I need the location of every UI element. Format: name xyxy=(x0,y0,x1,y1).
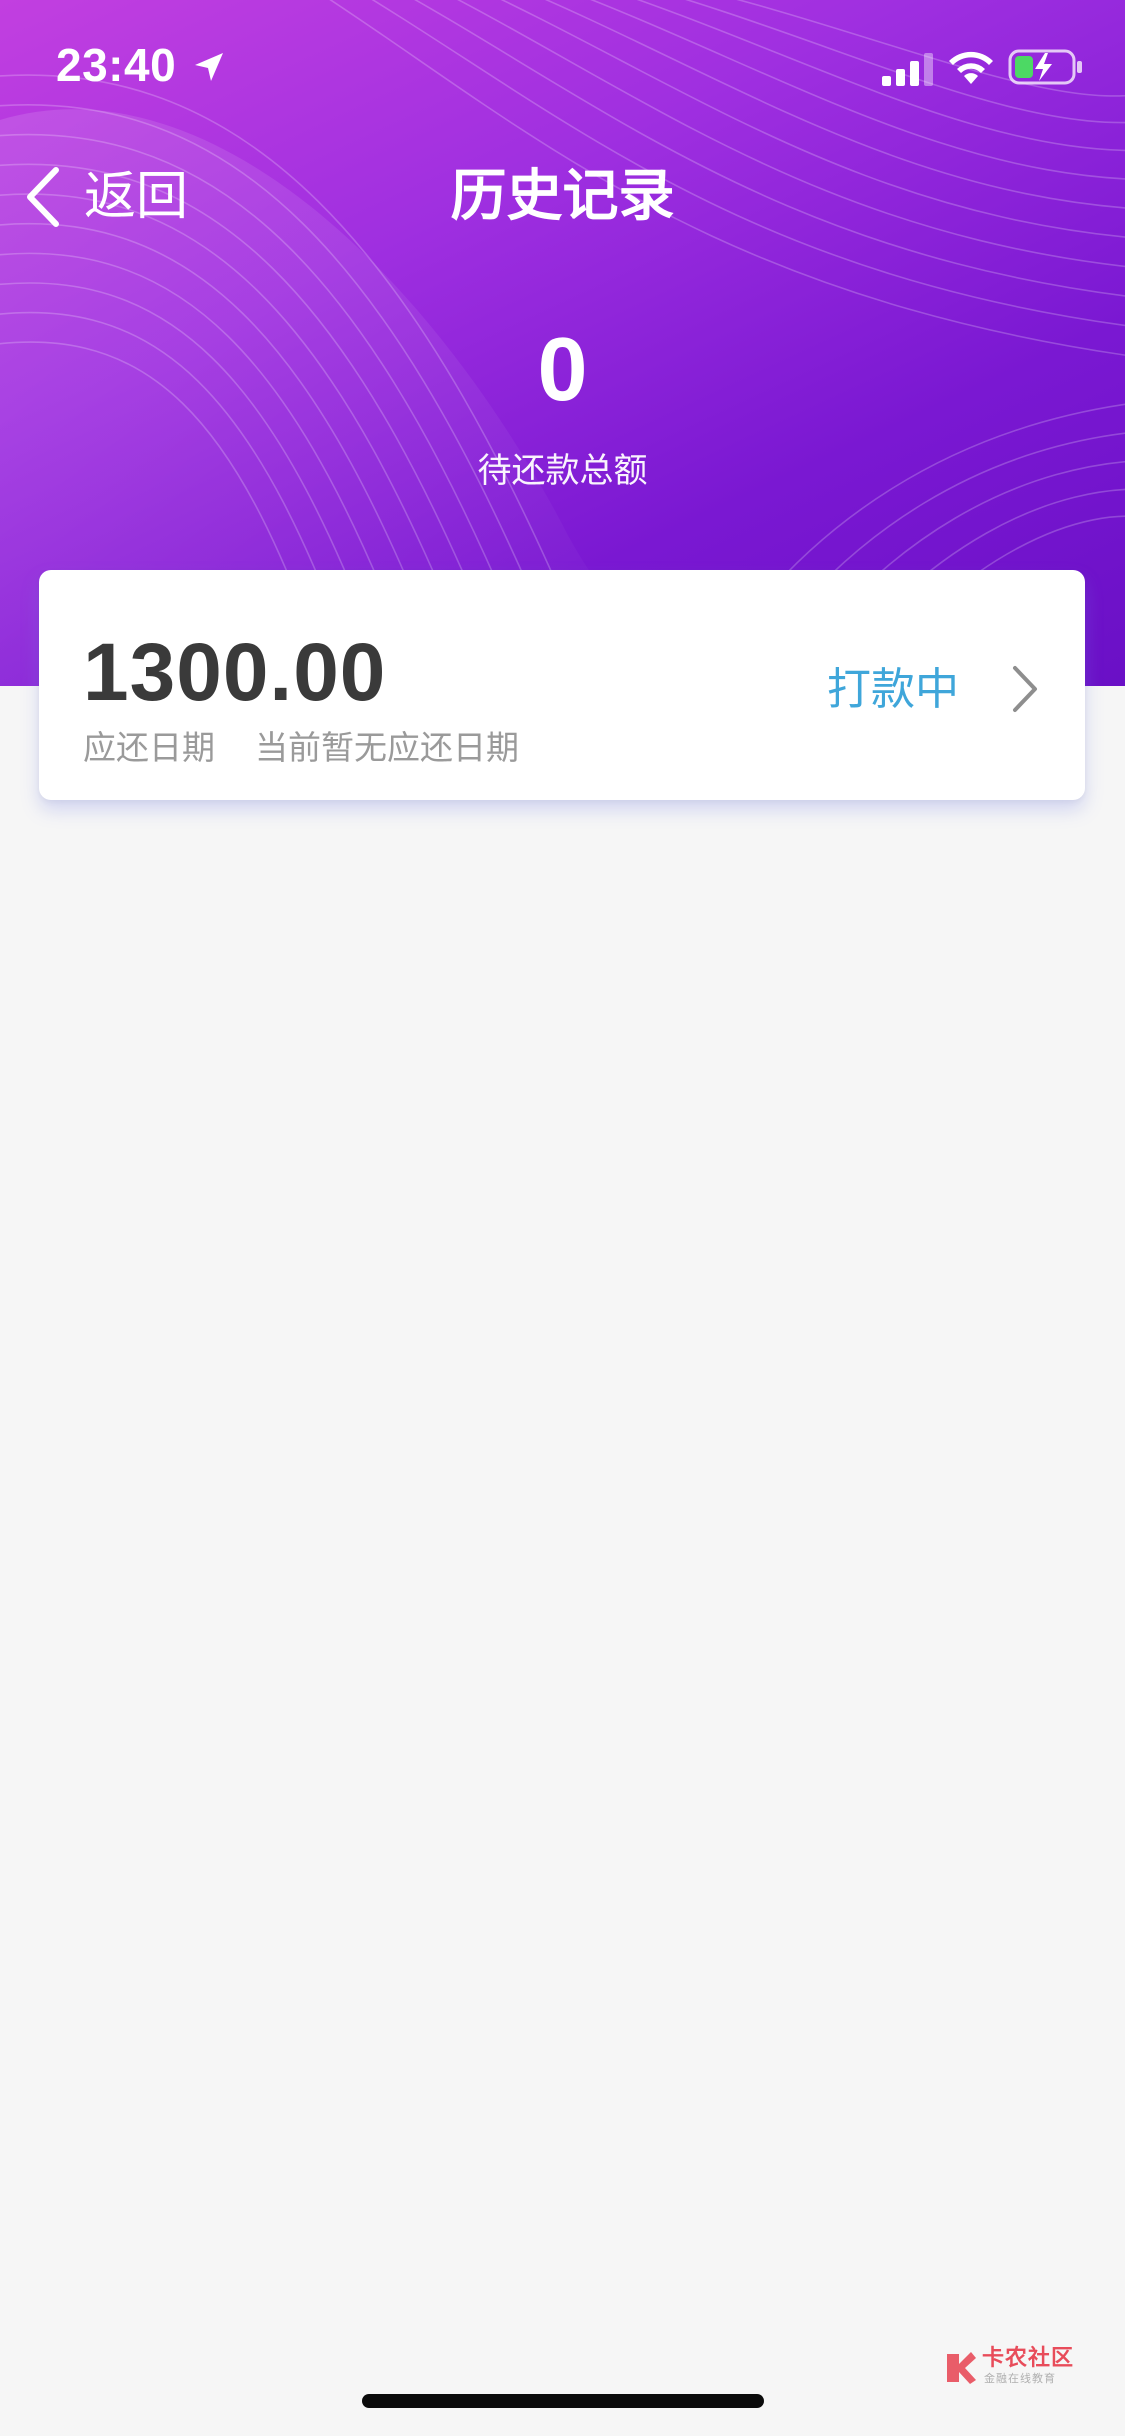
total-amount-label: 待还款总额 xyxy=(477,451,648,491)
page-title: 历史记录 xyxy=(450,164,675,229)
record-card[interactable]: 1300.00 应还日期 当前暂无应还日期 打款中 xyxy=(39,570,1085,800)
due-date-row: 应还日期 当前暂无应还日期 xyxy=(83,726,519,770)
total-amount: 0 xyxy=(537,320,588,420)
cellular-signal-icon xyxy=(882,53,933,86)
due-date-label: 应还日期 xyxy=(83,728,215,767)
status-time: 23:40 xyxy=(56,39,177,91)
home-indicator[interactable] xyxy=(362,2394,764,2408)
watermark-logo-icon xyxy=(947,2352,976,2384)
record-status: 打款中 xyxy=(827,664,959,715)
chevron-right-icon xyxy=(1013,666,1037,712)
record-amount: 1300.00 xyxy=(83,627,387,718)
wifi-icon xyxy=(949,51,993,84)
watermark-subtitle: 金融在线教育 xyxy=(984,2372,1056,2385)
status-bar: 23:40 xyxy=(0,0,1125,132)
battery-charging-icon xyxy=(1008,49,1082,85)
due-date-value: 当前暂无应还日期 xyxy=(255,728,519,767)
watermark: 卡农社区 金融在线教育 xyxy=(944,2346,1084,2390)
watermark-title: 卡农社区 xyxy=(982,2346,1075,2371)
location-arrow-icon xyxy=(195,53,223,81)
